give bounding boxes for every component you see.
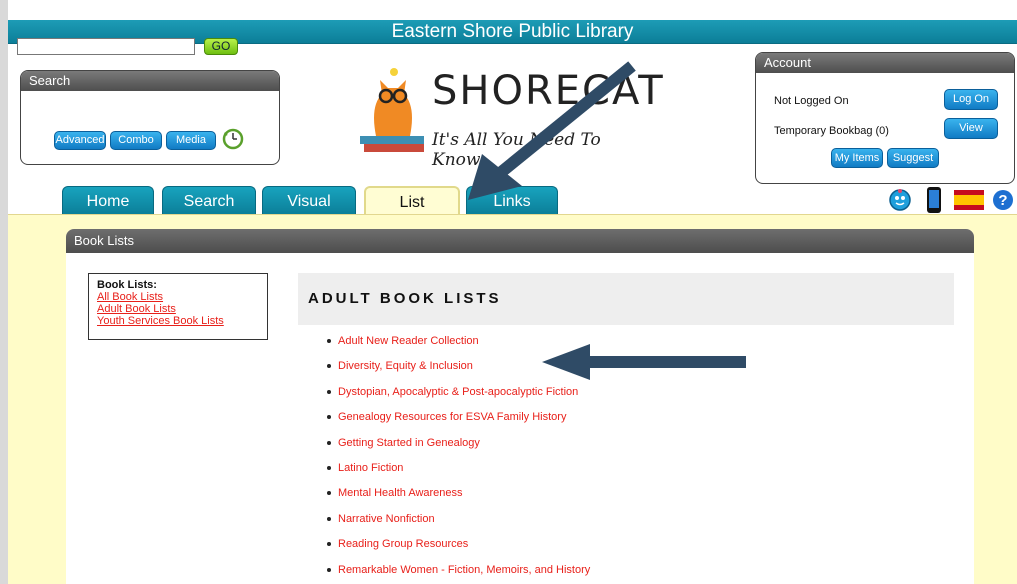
- account-header: Account: [756, 53, 1014, 73]
- top-strip: [8, 0, 1017, 20]
- tab-list[interactable]: List: [364, 186, 460, 214]
- book-list-item[interactable]: Dystopian, Apocalyptic & Post-apocalypti…: [324, 385, 590, 410]
- help-icon[interactable]: ?: [992, 189, 1014, 211]
- book-list-item[interactable]: Narrative Nonfiction: [324, 512, 590, 537]
- spanish-flag-icon[interactable]: [954, 190, 984, 210]
- book-list-item[interactable]: Getting Started in Genealogy: [324, 436, 590, 461]
- book-list-item[interactable]: Genealogy Resources for ESVA Family Hist…: [324, 410, 590, 435]
- cat-logo-icon: [360, 68, 424, 152]
- log-on-button[interactable]: Log On: [944, 89, 998, 110]
- adult-book-lists-heading: ADULT BOOK LISTS: [298, 273, 954, 325]
- book-list-item[interactable]: Reading Group Resources: [324, 537, 590, 562]
- tab-visual[interactable]: Visual: [262, 186, 356, 214]
- tab-search[interactable]: Search: [162, 186, 256, 214]
- media-button[interactable]: Media: [166, 131, 216, 150]
- book-lists-panel: Book Lists Book Lists: All Book Lists Ad…: [66, 229, 974, 584]
- arrow-icon: [542, 344, 746, 380]
- combo-button[interactable]: Combo: [110, 131, 162, 150]
- mobile-icon[interactable]: [926, 186, 942, 214]
- window-left-edge: [0, 0, 8, 584]
- kids-icon[interactable]: [888, 188, 912, 212]
- book-list-item[interactable]: Remarkable Women - Fiction, Memoirs, and…: [324, 563, 590, 584]
- search-header: Search: [21, 71, 279, 91]
- tab-home[interactable]: Home: [62, 186, 154, 214]
- panel-header: Book Lists: [66, 229, 974, 253]
- my-items-button[interactable]: My Items: [831, 148, 883, 168]
- youth-services-book-lists-link[interactable]: Youth Services Book Lists: [97, 315, 259, 327]
- login-status: Not Logged On: [774, 95, 849, 107]
- clock-icon[interactable]: [222, 128, 244, 150]
- sidebar-title: Book Lists:: [97, 279, 157, 291]
- view-button[interactable]: View: [944, 118, 998, 139]
- go-button[interactable]: GO: [204, 38, 238, 55]
- book-list-item[interactable]: Mental Health Awareness: [324, 486, 590, 511]
- book-list-item[interactable]: Latino Fiction: [324, 461, 590, 486]
- arrow-icon: [468, 61, 636, 200]
- all-book-lists-link[interactable]: All Book Lists: [97, 291, 259, 303]
- svg-text:?: ?: [998, 192, 1007, 209]
- search-box: Search: [20, 70, 280, 165]
- adult-book-lists-link[interactable]: Adult Book Lists: [97, 303, 259, 315]
- search-input[interactable]: [17, 38, 195, 55]
- advanced-button[interactable]: Advanced: [54, 131, 106, 150]
- book-lists-sidebar: Book Lists: All Book Lists Adult Book Li…: [88, 273, 268, 340]
- suggest-button[interactable]: Suggest: [887, 148, 939, 168]
- bookbag-status: Temporary Bookbag (0): [774, 125, 889, 137]
